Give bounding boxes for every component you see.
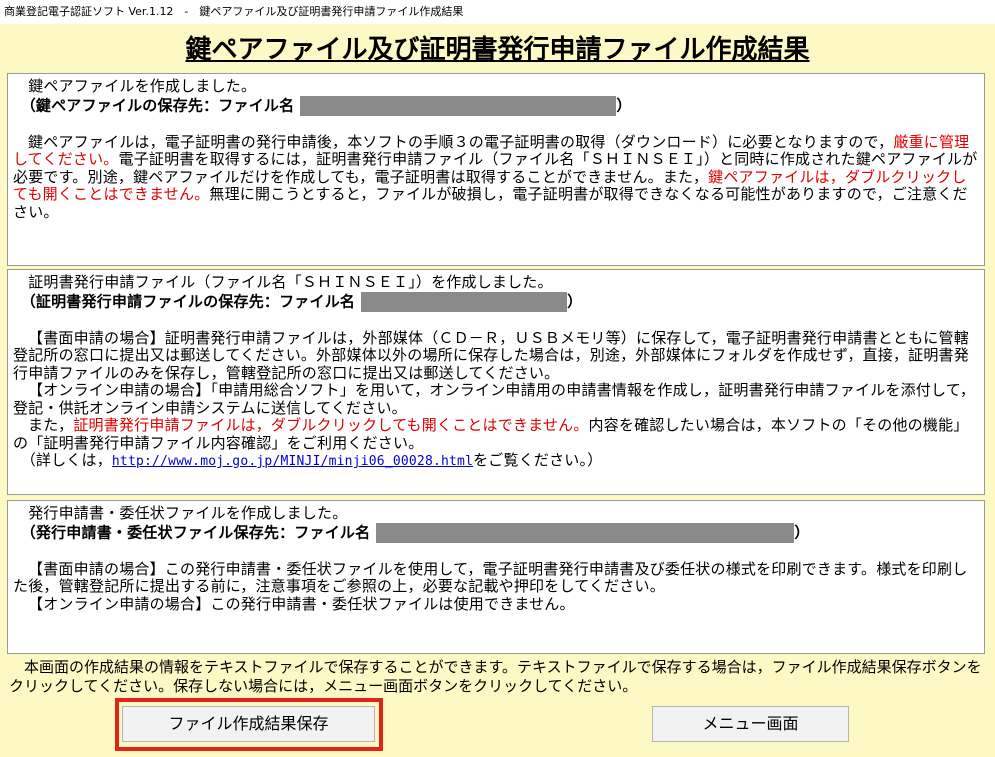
- form-created-message: 発行申請書・委任状ファイルを作成しました。: [13, 504, 348, 522]
- key-pair-created-message: 鍵ペアファイルを作成しました。: [13, 77, 257, 95]
- shinsei-save-path: （証明書発行申請ファイルの保存先：ファイル名 ）: [13, 291, 980, 312]
- redacted-filename: [361, 291, 568, 312]
- redacted-filename: [376, 522, 795, 543]
- page-title: 鍵ペアファイル及び証明書発行申請ファイル作成結果: [185, 35, 810, 65]
- save-instructions: 本画面の作成結果の情報をテキストファイルで保存することができます。テキストファイ…: [9, 658, 982, 695]
- certificate-request-result-panel: 証明書発行申請ファイル（ファイル名「ＳＨＩＮＳＥＩ」）を作成しました。 （証明書…: [7, 269, 985, 495]
- details-line: （詳しくは，http://www.moj.go.jp/MINJI/minji06…: [13, 451, 980, 471]
- shinsei-path-close: ）: [567, 292, 583, 310]
- application-form-result-panel: 発行申請書・委任状ファイルを作成しました。 （発行申請書・委任状ファイル保存先：…: [7, 500, 985, 654]
- paper-application-notice: 【書面申請の場合】証明書発行申請ファイルは，外部媒体（ＣＤ－Ｒ，ＵＳＢメモリ等）…: [13, 328, 969, 382]
- key-pair-path-close: ）: [616, 96, 632, 114]
- redacted-filename: [300, 95, 617, 116]
- window-title: 商業登記電子認証ソフト Ver.1.12 - 鍵ペアファイル及び証明書発行申請フ…: [0, 0, 995, 24]
- form-save-path: （発行申請書・委任状ファイル保存先：ファイル名 ）: [13, 522, 980, 543]
- form-paper-notice: 【書面申請の場合】この発行申請書・委任状ファイルを使用して，電子証明書発行申請書…: [13, 559, 968, 595]
- key-pair-result-panel: 鍵ペアファイルを作成しました。 （鍵ペアファイルの保存先：ファイル名 ） 鍵ペアフ…: [7, 73, 985, 266]
- shinsei-created-message: 証明書発行申請ファイル（ファイル名「ＳＨＩＮＳＥＩ」）を作成しました。: [13, 273, 553, 291]
- details-prefix: （詳しくは，: [13, 451, 112, 469]
- key-pair-notice: 鍵ペアファイルは，電子証明書の発行申請後，本ソフトの手順３の電子証明書の取得（ダ…: [13, 132, 980, 222]
- online-application-notice: 【オンライン申請の場合】「申請用総合ソフト」を用いて，オンライン申請用の申請書情…: [13, 381, 976, 417]
- key-pair-save-path: （鍵ペアファイルの保存先：ファイル名 ）: [13, 95, 980, 116]
- shinsei-open-warning: また，証明書発行申請ファイルは，ダブルクリックしても開くことはできません。内容を…: [13, 416, 980, 452]
- menu-screen-button[interactable]: メニュー画面: [652, 706, 849, 742]
- moj-help-link[interactable]: http://www.moj.go.jp/MINJI/minji06_00028…: [112, 454, 473, 469]
- form-online-notice: 【オンライン申請の場合】この発行申請書・委任状ファイルは使用できません。: [28, 594, 575, 613]
- shinsei-path-label: （証明書発行申請ファイルの保存先：ファイル名: [13, 292, 356, 310]
- form-path-close: ）: [794, 523, 810, 541]
- warning-red-text: 証明書発行申請ファイルは，ダブルクリックしても開くことはできません。: [73, 416, 589, 434]
- key-pair-notice-1: 鍵ペアファイルは，電子証明書の発行申請後，本ソフトの手順３の電子証明書の取得（ダ…: [28, 132, 894, 151]
- form-path-label: （発行申請書・委任状ファイル保存先：ファイル名: [13, 523, 371, 541]
- save-result-button[interactable]: ファイル作成結果保存: [122, 706, 375, 742]
- details-suffix: をご覧ください。）: [473, 451, 603, 469]
- key-pair-path-label: （鍵ペアファイルの保存先：ファイル名: [13, 96, 295, 114]
- warning-prefix: また，: [28, 416, 74, 434]
